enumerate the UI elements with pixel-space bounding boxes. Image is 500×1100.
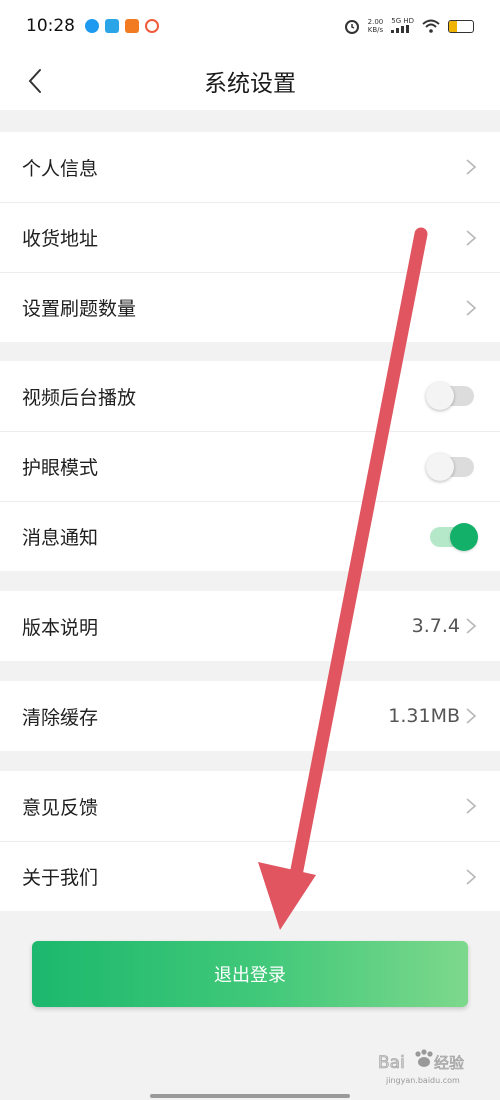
row-label: 意见反馈 bbox=[22, 796, 99, 819]
svg-text:jingyan.baidu.com: jingyan.baidu.com bbox=[385, 1076, 460, 1085]
background-video-toggle[interactable] bbox=[426, 382, 474, 410]
network-type: 5G HD bbox=[391, 17, 414, 35]
status-right: 2.00 KB/s 5G HD bbox=[344, 17, 474, 35]
notifications-toggle[interactable] bbox=[430, 522, 478, 551]
qq-icon bbox=[85, 19, 99, 33]
row-right bbox=[464, 158, 478, 176]
row-right bbox=[464, 868, 478, 886]
settings-row-background-video: 视频后台播放 bbox=[0, 361, 500, 431]
row-label: 个人信息 bbox=[22, 157, 99, 180]
logout-button[interactable]: 退出登录 bbox=[32, 941, 468, 1007]
version-value: 3.7.4 bbox=[411, 615, 460, 637]
chevron-left-icon bbox=[28, 69, 41, 93]
row-right: 1.31MB bbox=[388, 705, 478, 727]
row-label: 版本说明 bbox=[22, 616, 99, 639]
toggle-knob bbox=[450, 522, 478, 551]
row-label: 清除缓存 bbox=[22, 706, 99, 729]
settings-group-preferences: 视频后台播放 护眼模式 消息通知 bbox=[0, 361, 500, 571]
network-speed: 2.00 KB/s bbox=[368, 18, 384, 34]
row-label: 关于我们 bbox=[22, 867, 99, 889]
row-label: 视频后台播放 bbox=[22, 386, 137, 409]
battery-icon bbox=[448, 19, 474, 33]
chevron-right-icon bbox=[466, 229, 477, 246]
settings-group-cache: 清除缓存 1.31MB bbox=[0, 681, 500, 751]
settings-row-clear-cache[interactable]: 清除缓存 1.31MB bbox=[0, 681, 500, 751]
row-right: 3.7.4 bbox=[412, 615, 478, 637]
chevron-right-icon bbox=[466, 868, 477, 885]
settings-row-about-us[interactable]: 关于我们 bbox=[0, 841, 500, 911]
row-label: 设置刷题数量 bbox=[22, 298, 137, 320]
settings-group-version: 版本说明 3.7.4 bbox=[0, 591, 500, 661]
speed-value: 2.00 bbox=[367, 18, 384, 26]
row-right bbox=[426, 452, 478, 481]
settings-row-feedback[interactable]: 意见反馈 bbox=[0, 771, 500, 841]
cache-size-value: 1.31MB bbox=[388, 705, 460, 727]
chevron-right-icon bbox=[466, 798, 477, 814]
nav-bar: 系统设置 bbox=[0, 52, 500, 110]
signal-icon bbox=[391, 25, 410, 33]
toggle-knob bbox=[426, 382, 454, 410]
chevron-right-icon bbox=[466, 708, 477, 724]
network-label: 5G HD bbox=[391, 17, 414, 25]
chevron-right-icon bbox=[466, 618, 477, 634]
settings-row-question-count[interactable]: 设置刷题数量 bbox=[0, 272, 500, 342]
baidu-jingyan-watermark: Bai 经验 jingyan.baidu.com bbox=[378, 1049, 464, 1085]
chevron-right-icon bbox=[466, 299, 477, 316]
row-right bbox=[426, 382, 478, 410]
settings-group-about: 意见反馈 关于我们 bbox=[0, 771, 500, 911]
toggle-knob bbox=[426, 452, 454, 481]
page-title: 系统设置 bbox=[204, 71, 296, 97]
settings-row-profile[interactable]: 个人信息 bbox=[0, 132, 500, 202]
alarm-icon bbox=[344, 20, 359, 34]
svg-text:Bai: Bai bbox=[378, 1053, 405, 1073]
logout-label: 退出登录 bbox=[214, 965, 286, 986]
row-right bbox=[464, 797, 478, 815]
send-icon bbox=[105, 19, 119, 33]
eye-protection-toggle[interactable] bbox=[426, 452, 474, 481]
status-time: 10:28 bbox=[26, 16, 75, 36]
home-indicator bbox=[150, 1094, 350, 1098]
settings-row-notifications: 消息通知 bbox=[0, 501, 500, 571]
rocket-icon bbox=[145, 19, 159, 33]
row-label: 护眼模式 bbox=[22, 457, 99, 479]
wifi-icon bbox=[422, 19, 440, 33]
row-right bbox=[464, 299, 478, 317]
row-label: 收货地址 bbox=[22, 228, 99, 250]
speed-unit: KB/s bbox=[367, 26, 384, 34]
row-label: 消息通知 bbox=[22, 527, 99, 549]
settings-row-eye-protection: 护眼模式 bbox=[0, 431, 500, 501]
battery-level bbox=[449, 20, 458, 32]
settings-row-address[interactable]: 收货地址 bbox=[0, 202, 500, 272]
back-button[interactable] bbox=[18, 64, 52, 98]
notification-icons bbox=[85, 19, 159, 33]
settings-row-version[interactable]: 版本说明 3.7.4 bbox=[0, 591, 500, 661]
app-icon bbox=[125, 19, 139, 33]
svg-text:经验: 经验 bbox=[434, 1054, 464, 1072]
row-right bbox=[464, 229, 478, 247]
status-bar: 10:28 2.00 KB/s 5G HD bbox=[0, 0, 500, 52]
settings-group-account: 个人信息 收货地址 设置刷题数量 bbox=[0, 132, 500, 342]
row-right bbox=[430, 522, 478, 551]
chevron-right-icon bbox=[466, 159, 477, 175]
